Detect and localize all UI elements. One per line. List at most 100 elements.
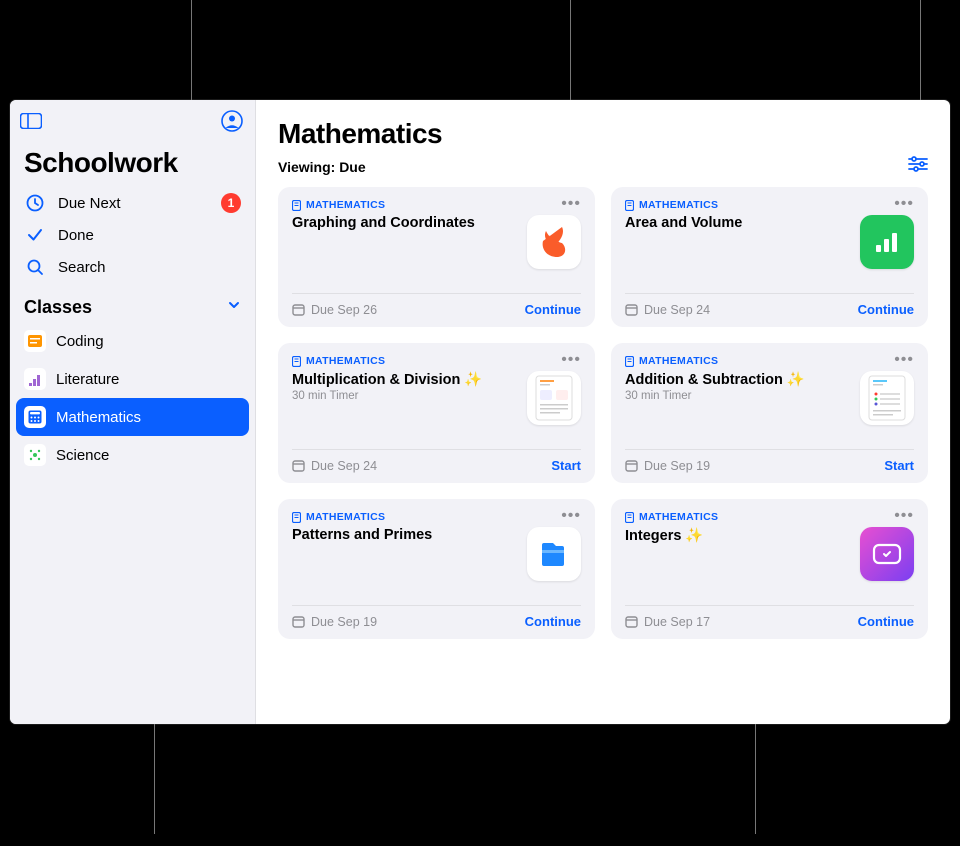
sidebar-top-bar — [10, 106, 255, 141]
callout-line — [920, 0, 921, 100]
calendar-icon — [292, 459, 305, 472]
sidebar-item-search[interactable]: Search — [10, 251, 255, 283]
due-date: Due Sep 24 — [292, 459, 377, 473]
subject-tag: MATHEMATICS — [292, 199, 385, 211]
viewing-label: Viewing: Due — [278, 159, 366, 175]
sidebar-item-label: Search — [58, 259, 106, 276]
filter-icon[interactable] — [908, 156, 928, 177]
continue-button[interactable]: Continue — [858, 614, 914, 629]
subject-label: MATHEMATICS — [639, 511, 718, 523]
assignment-thumbnail — [860, 371, 914, 425]
page-title: Mathematics — [278, 118, 928, 150]
assignment-title: Addition & Subtraction ✨ — [625, 371, 852, 388]
assignment-title: Patterns and Primes — [292, 527, 519, 543]
subject-label: MATHEMATICS — [639, 199, 718, 211]
assignment-card[interactable]: MATHEMATICS ••• Integers ✨ Due Sep 17 — [611, 499, 928, 639]
sidebar-item-science[interactable]: Science — [10, 436, 255, 474]
literature-class-icon — [24, 368, 46, 390]
due-label: Due Sep 24 — [311, 459, 377, 473]
account-icon[interactable] — [221, 110, 243, 137]
sidebar-item-label: Done — [58, 227, 94, 244]
assignment-icon — [292, 356, 301, 367]
more-icon[interactable]: ••• — [561, 511, 581, 521]
subject-tag: MATHEMATICS — [625, 355, 718, 367]
due-label: Due Sep 26 — [311, 303, 377, 317]
assignment-icon — [292, 200, 301, 211]
assignment-card[interactable]: MATHEMATICS ••• Graphing and Coordinates — [278, 187, 595, 327]
callout-line — [755, 724, 756, 834]
sidebar-toggle-icon[interactable] — [20, 113, 42, 134]
assignment-card[interactable]: MATHEMATICS ••• Area and Volume Due Se — [611, 187, 928, 327]
assignment-icon — [292, 512, 301, 523]
sidebar-item-literature[interactable]: Literature — [10, 360, 255, 398]
assignment-title: Integers ✨ — [625, 527, 852, 544]
callout-line — [570, 0, 571, 100]
sidebar-item-label: Coding — [56, 333, 104, 350]
more-icon[interactable]: ••• — [561, 355, 581, 365]
sidebar-item-mathematics[interactable]: Mathematics — [16, 398, 249, 436]
assignment-thumbnail — [527, 527, 581, 581]
calendar-icon — [625, 459, 638, 472]
assignment-icon — [625, 512, 634, 523]
notification-badge: 1 — [221, 193, 241, 213]
continue-button[interactable]: Continue — [525, 614, 581, 629]
assignment-subtitle: 30 min Timer — [292, 390, 519, 402]
more-icon[interactable]: ••• — [894, 511, 914, 521]
subject-label: MATHEMATICS — [306, 199, 385, 211]
assignment-card[interactable]: MATHEMATICS ••• Multiplication & Divisio… — [278, 343, 595, 483]
assignment-card[interactable]: MATHEMATICS ••• Addition & Subtraction ✨… — [611, 343, 928, 483]
main-content: Mathematics Viewing: Due — [256, 100, 950, 724]
assignment-title: Multiplication & Division ✨ — [292, 371, 519, 388]
subject-tag: MATHEMATICS — [292, 511, 385, 523]
start-button[interactable]: Start — [884, 458, 914, 473]
more-icon[interactable]: ••• — [894, 199, 914, 209]
calendar-icon — [292, 615, 305, 628]
assignment-icon — [625, 200, 634, 211]
main-header: Mathematics — [278, 118, 928, 150]
assignment-thumbnail — [860, 215, 914, 269]
continue-button[interactable]: Continue — [858, 302, 914, 317]
science-class-icon — [24, 444, 46, 466]
viewing-row: Viewing: Due — [278, 156, 928, 177]
assignment-card[interactable]: MATHEMATICS ••• Patterns and Primes Du — [278, 499, 595, 639]
calendar-icon — [625, 303, 638, 316]
assignment-grid: MATHEMATICS ••• Graphing and Coordinates — [278, 187, 928, 639]
chevron-down-icon — [227, 298, 241, 317]
assignment-thumbnail — [527, 215, 581, 269]
callout-line — [191, 0, 192, 100]
sidebar-item-label: Science — [56, 447, 109, 464]
assignment-subtitle: 30 min Timer — [625, 390, 852, 402]
sidebar-item-due-next[interactable]: Due Next 1 — [10, 187, 255, 219]
section-label: Classes — [24, 297, 92, 318]
sidebar-item-label: Due Next — [58, 195, 121, 212]
app-frame: Schoolwork Due Next 1 Done — [10, 100, 950, 724]
app-wrapper: Schoolwork Due Next 1 Done — [10, 100, 950, 724]
due-date: Due Sep 17 — [625, 615, 710, 629]
search-icon — [24, 258, 46, 276]
due-date: Due Sep 19 — [292, 615, 377, 629]
subject-label: MATHEMATICS — [306, 511, 385, 523]
subject-label: MATHEMATICS — [639, 355, 718, 367]
subject-label: MATHEMATICS — [306, 355, 385, 367]
more-icon[interactable]: ••• — [894, 355, 914, 365]
sidebar-item-label: Literature — [56, 371, 119, 388]
clock-icon — [24, 194, 46, 212]
due-date: Due Sep 19 — [625, 459, 710, 473]
sidebar-item-coding[interactable]: Coding — [10, 322, 255, 360]
subject-tag: MATHEMATICS — [625, 511, 718, 523]
calendar-icon — [292, 303, 305, 316]
due-label: Due Sep 19 — [311, 615, 377, 629]
mathematics-class-icon — [24, 406, 46, 428]
due-label: Due Sep 24 — [644, 303, 710, 317]
sidebar: Schoolwork Due Next 1 Done — [10, 100, 256, 724]
coding-class-icon — [24, 330, 46, 352]
start-button[interactable]: Start — [551, 458, 581, 473]
sidebar-item-done[interactable]: Done — [10, 219, 255, 251]
more-icon[interactable]: ••• — [561, 199, 581, 209]
due-date: Due Sep 26 — [292, 303, 377, 317]
callout-line — [154, 724, 155, 834]
assignment-title: Graphing and Coordinates — [292, 215, 519, 231]
classes-section-header[interactable]: Classes — [10, 283, 255, 322]
sidebar-item-label: Mathematics — [56, 409, 141, 426]
continue-button[interactable]: Continue — [525, 302, 581, 317]
